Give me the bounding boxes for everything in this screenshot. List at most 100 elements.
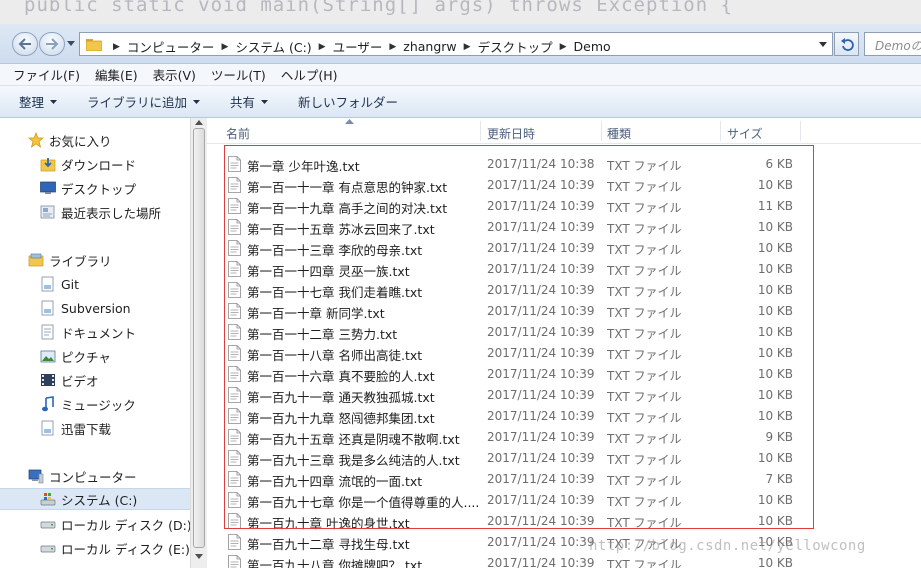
- menu-edit[interactable]: 編集(E): [95, 65, 138, 84]
- breadcrumb-separator-icon[interactable]: ▶: [221, 42, 228, 52]
- nav-favorites[interactable]: お気に入り: [28, 129, 190, 151]
- breadcrumb-separator-icon[interactable]: ▶: [464, 42, 471, 52]
- nav-libraries[interactable]: ライブラリ: [28, 249, 190, 271]
- nav-item-label: システム (C:): [61, 492, 138, 508]
- add-to-library-button[interactable]: ライブラリに追加: [87, 92, 201, 111]
- nav-item-desktop[interactable]: デスクトップ: [40, 177, 190, 199]
- breadcrumb-demo[interactable]: Demo: [574, 39, 611, 54]
- nav-item-drive-e[interactable]: ローカル ディスク (E:): [40, 537, 190, 559]
- menu-help[interactable]: ヘルプ(H): [281, 65, 338, 84]
- breadcrumb-separator-icon[interactable]: ▶: [113, 42, 120, 52]
- command-bar: 整理 ライブラリに追加 共有 新しいフォルダー: [0, 86, 921, 118]
- file-name: 第一百九十二章 寻找生母.txt: [247, 537, 410, 552]
- breadcrumb-separator-icon[interactable]: ▶: [560, 42, 567, 52]
- breadcrumb-separator-icon[interactable]: ▶: [319, 42, 326, 52]
- nav-item-drive-d[interactable]: ローカル ディスク (D:): [40, 513, 190, 535]
- column-divider[interactable]: [720, 121, 721, 141]
- navigation-pane: お気に入り ダウンロード デスクトップ 最近表示した場所 ライブラリ Git S…: [0, 118, 190, 568]
- menu-view[interactable]: 表示(V): [153, 65, 196, 84]
- nav-favorites-label: お気に入り: [49, 133, 112, 149]
- search-placeholder: Demoの: [875, 39, 921, 53]
- download-folder-icon: [40, 158, 56, 172]
- nav-item-music[interactable]: ミュージック: [40, 393, 190, 415]
- column-header: 名前 更新日時 種類 サイズ: [207, 118, 921, 144]
- nav-item-label: ドキュメント: [61, 325, 137, 341]
- scrollbar-thumb[interactable]: [193, 128, 205, 548]
- nav-item-label: ビデオ: [61, 373, 99, 389]
- address-toolbar: ▶ コンピューター ▶ システム (C:) ▶ ユーザー ▶ zhangrw ▶…: [0, 24, 921, 64]
- nav-item-label: Subversion: [61, 300, 131, 316]
- share-button[interactable]: 共有: [230, 92, 269, 111]
- menu-tools[interactable]: ツール(T): [211, 65, 266, 84]
- annotation-highlight-box: [224, 145, 814, 529]
- breadcrumb-separator-icon[interactable]: ▶: [389, 42, 396, 52]
- address-history-dropdown-icon[interactable]: [819, 42, 827, 47]
- breadcrumb-user[interactable]: zhangrw: [403, 39, 456, 54]
- text-file-icon: [228, 534, 241, 550]
- watermark: http://blog.csdn.net/yellowcong: [589, 538, 866, 554]
- nav-computer-label: コンピューター: [49, 469, 137, 485]
- recent-pages-dropdown-icon[interactable]: [67, 41, 75, 47]
- back-arrow-icon: [18, 38, 31, 50]
- pictures-icon: [40, 350, 56, 363]
- navigation-scrollbar[interactable]: [190, 118, 207, 568]
- nav-computer[interactable]: コンピューター: [28, 465, 190, 487]
- breadcrumb-computer[interactable]: コンピューター: [127, 37, 215, 56]
- column-divider[interactable]: [601, 121, 602, 141]
- organize-label: 整理: [19, 95, 45, 110]
- folder-icon: [86, 39, 102, 51]
- new-folder-button[interactable]: 新しいフォルダー: [298, 92, 398, 111]
- desktop-icon: [40, 181, 56, 194]
- scroll-up-icon[interactable]: [195, 120, 203, 125]
- nav-item-label: ミュージック: [61, 397, 136, 413]
- forward-arrow-icon: [46, 38, 59, 50]
- menu-file[interactable]: ファイル(F): [13, 65, 80, 84]
- nav-item-label: 迅雷下载: [61, 421, 112, 437]
- column-name[interactable]: 名前: [226, 125, 250, 142]
- column-size[interactable]: サイズ: [727, 125, 763, 142]
- address-bar[interactable]: ▶ コンピューター ▶ システム (C:) ▶ ユーザー ▶ zhangrw ▶…: [79, 32, 833, 56]
- search-input[interactable]: Demoの: [864, 32, 921, 56]
- nav-item-label: ローカル ディスク (E:): [61, 541, 190, 557]
- chevron-down-icon: [261, 99, 269, 104]
- back-button[interactable]: [12, 32, 38, 56]
- column-type[interactable]: 種類: [607, 125, 631, 142]
- text-file-icon: [228, 555, 241, 568]
- add-to-library-label: ライブラリに追加: [87, 95, 188, 110]
- nav-item-subversion[interactable]: Subversion: [40, 297, 190, 319]
- organize-button[interactable]: 整理: [19, 92, 58, 111]
- forward-button[interactable]: [39, 32, 65, 56]
- nav-item-videos[interactable]: ビデオ: [40, 369, 190, 391]
- nav-item-label: ダウンロード: [61, 157, 137, 173]
- refresh-button[interactable]: [834, 32, 859, 56]
- file-row[interactable]: 第一百九十八章 你摊牌吧？.txt 2017/11/24 10:39 TXT ファイ…: [207, 552, 921, 568]
- nav-item-pictures[interactable]: ピクチャ: [40, 345, 190, 367]
- recent-places-icon: [40, 205, 55, 219]
- code-line: public static void main(String[] args) t…: [24, 0, 734, 16]
- breadcrumb-desktop[interactable]: デスクトップ: [478, 37, 553, 56]
- breadcrumb-users[interactable]: ユーザー: [333, 37, 383, 56]
- nav-item-documents[interactable]: ドキュメント: [40, 321, 190, 343]
- library-doc-icon: [41, 300, 54, 316]
- breadcrumb: ▶ コンピューター ▶ システム (C:) ▶ ユーザー ▶ zhangrw ▶…: [106, 37, 611, 56]
- column-divider[interactable]: [800, 121, 801, 141]
- file-date: 2017/11/24 10:39: [487, 535, 595, 549]
- column-divider[interactable]: [480, 121, 481, 141]
- chevron-down-icon: [50, 99, 58, 104]
- music-icon: [42, 396, 54, 412]
- column-date[interactable]: 更新日時: [487, 125, 535, 142]
- nav-libraries-label: ライブラリ: [49, 253, 112, 269]
- new-folder-label: 新しいフォルダー: [298, 95, 399, 110]
- nav-item-git[interactable]: Git: [40, 273, 190, 295]
- share-label: 共有: [230, 95, 256, 110]
- video-icon: [41, 374, 55, 386]
- file-type: TXT ファイル: [607, 558, 682, 568]
- nav-item-recent-places[interactable]: 最近表示した場所: [40, 201, 190, 223]
- breadcrumb-system-drive[interactable]: システム (C:): [235, 37, 311, 56]
- scroll-down-icon[interactable]: [195, 554, 203, 559]
- nav-item-xunlei[interactable]: 迅雷下载: [40, 417, 190, 439]
- nav-item-downloads[interactable]: ダウンロード: [40, 153, 190, 175]
- library-icon: [28, 253, 44, 267]
- nav-item-system-drive[interactable]: システム (C:): [0, 488, 190, 510]
- nav-item-label: デスクトップ: [61, 181, 137, 197]
